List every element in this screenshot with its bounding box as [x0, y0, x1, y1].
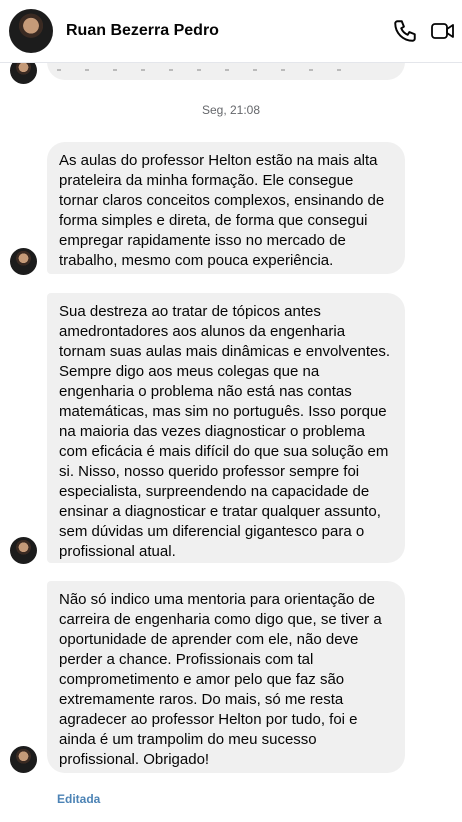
phone-icon[interactable] [392, 18, 418, 44]
sender-avatar [10, 746, 37, 773]
edited-label[interactable]: Editada [57, 792, 100, 806]
sender-avatar [10, 248, 37, 275]
contact-avatar[interactable] [9, 9, 53, 53]
chat-header: Ruan Bezerra Pedro [0, 0, 462, 63]
message-bubble[interactable]: As aulas do professor Helton estão na ma… [47, 142, 405, 274]
message-bubble[interactable]: Não só indico uma mentoria para orientaç… [47, 581, 405, 773]
message-timestamp: Seg, 21:08 [201, 103, 261, 117]
contact-name[interactable]: Ruan Bezerra Pedro [66, 22, 219, 40]
video-icon[interactable] [430, 18, 456, 44]
sender-avatar [10, 537, 37, 564]
message-bubble[interactable]: Sua destreza ao tratar de tópicos antes … [47, 293, 405, 563]
